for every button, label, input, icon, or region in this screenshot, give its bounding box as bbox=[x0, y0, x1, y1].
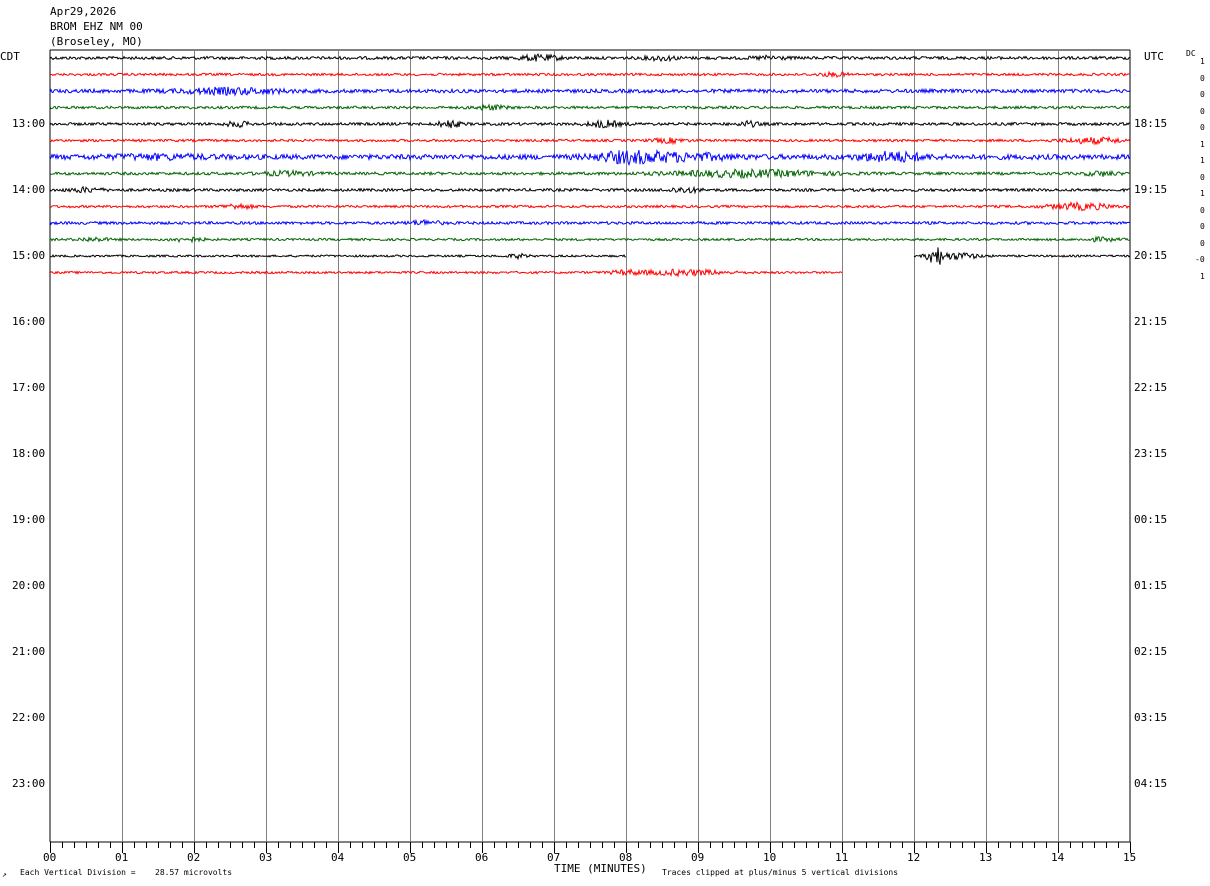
right-hour-label: 03:15 bbox=[1134, 711, 1168, 724]
vertical-division-label: Each Vertical Division = bbox=[20, 868, 136, 877]
x-tick-label: 09 bbox=[691, 851, 705, 864]
trace-line bbox=[49, 267, 843, 278]
left-hour-label: 22:00 bbox=[12, 711, 46, 724]
dc-value: 0 bbox=[1200, 73, 1205, 83]
x-tick-label: 11 bbox=[835, 851, 849, 864]
dc-value: 0 bbox=[1200, 222, 1205, 231]
x-tick-label: 01 bbox=[115, 851, 129, 864]
dc-value: 1 bbox=[1200, 139, 1205, 149]
trace-line bbox=[49, 70, 1131, 79]
dc-value: 1 bbox=[1200, 271, 1205, 281]
location-label: (Broseley, MO) bbox=[50, 35, 143, 48]
right-timezone-label: UTC bbox=[1144, 50, 1164, 63]
x-tick-label: 02 bbox=[187, 851, 201, 864]
dc-value: 0 bbox=[1200, 205, 1205, 215]
seismogram-plot bbox=[49, 49, 1131, 853]
right-hour-label: 00:15 bbox=[1134, 513, 1168, 526]
right-hour-label: 02:15 bbox=[1134, 645, 1168, 658]
trace-line bbox=[49, 118, 1131, 129]
x-tick-label: 03 bbox=[259, 851, 273, 864]
left-hour-label: 13:00 bbox=[12, 117, 46, 130]
trace-line bbox=[49, 86, 1131, 97]
x-tick-label: 06 bbox=[475, 851, 489, 864]
trace-line bbox=[913, 247, 1131, 265]
trace-line bbox=[49, 218, 1131, 227]
trace-line bbox=[49, 235, 1131, 244]
left-hour-label: 20:00 bbox=[12, 579, 46, 592]
dc-value: -0 bbox=[1195, 255, 1205, 264]
right-hour-label: 22:15 bbox=[1134, 381, 1168, 394]
x-tick-label: 04 bbox=[331, 851, 345, 864]
station-label: BROM EHZ NM 00 bbox=[50, 20, 143, 33]
clip-note: Traces clipped at plus/minus 5 vertical … bbox=[662, 868, 899, 877]
dc-value: 1 bbox=[1200, 57, 1205, 66]
left-hour-label: 18:00 bbox=[12, 447, 46, 460]
dc-value: 0 bbox=[1200, 172, 1205, 182]
dc-value: 0 bbox=[1200, 90, 1205, 99]
left-hour-label: 16:00 bbox=[12, 315, 46, 328]
right-hour-label: 01:15 bbox=[1134, 579, 1168, 592]
trace-line bbox=[49, 168, 1131, 180]
x-tick-label: 13 bbox=[979, 851, 993, 864]
trace-line bbox=[49, 53, 1131, 63]
dc-value: 0 bbox=[1200, 238, 1205, 248]
trace-line bbox=[49, 201, 1131, 212]
x-axis-title: TIME (MINUTES) bbox=[554, 862, 647, 875]
trace-line bbox=[49, 185, 1130, 195]
dc-value: 0 bbox=[1200, 106, 1205, 116]
x-tick-label: 15 bbox=[1123, 851, 1137, 864]
trace-line bbox=[49, 135, 1131, 146]
right-hour-label: 20:15 bbox=[1134, 249, 1168, 262]
dc-value: 1 bbox=[1200, 189, 1205, 198]
left-hour-label: 23:00 bbox=[12, 777, 46, 790]
x-tick-label: 10 bbox=[763, 851, 777, 864]
date-label: Apr29,2026 bbox=[50, 5, 117, 18]
x-tick-label: 12 bbox=[907, 851, 921, 864]
x-tick-label: 05 bbox=[403, 851, 417, 864]
microvolts-label: 28.57 microvolts bbox=[155, 868, 233, 877]
trace-line bbox=[49, 102, 1131, 112]
left-hour-label: 15:00 bbox=[12, 249, 46, 262]
dc-value: 0 bbox=[1200, 123, 1205, 132]
left-hour-label: 14:00 bbox=[12, 183, 46, 196]
left-hour-label: 21:00 bbox=[12, 645, 46, 658]
left-hour-label: 17:00 bbox=[12, 381, 46, 394]
x-tick-label: 00 bbox=[43, 851, 57, 864]
right-hour-label: 21:15 bbox=[1134, 315, 1168, 328]
right-hour-label: 23:15 bbox=[1134, 447, 1168, 460]
left-timezone-label: CDT bbox=[0, 50, 20, 63]
corner-mark: ↗ bbox=[2, 870, 7, 879]
dc-value: 1 bbox=[1200, 156, 1205, 165]
x-tick-label: 14 bbox=[1051, 851, 1065, 864]
right-hour-label: 19:15 bbox=[1134, 183, 1168, 196]
trace-line bbox=[49, 148, 1131, 167]
left-hour-label: 19:00 bbox=[12, 513, 46, 526]
right-hour-label: 18:15 bbox=[1134, 117, 1168, 130]
dc-label: DC bbox=[1186, 49, 1196, 58]
right-hour-label: 04:15 bbox=[1134, 777, 1168, 790]
